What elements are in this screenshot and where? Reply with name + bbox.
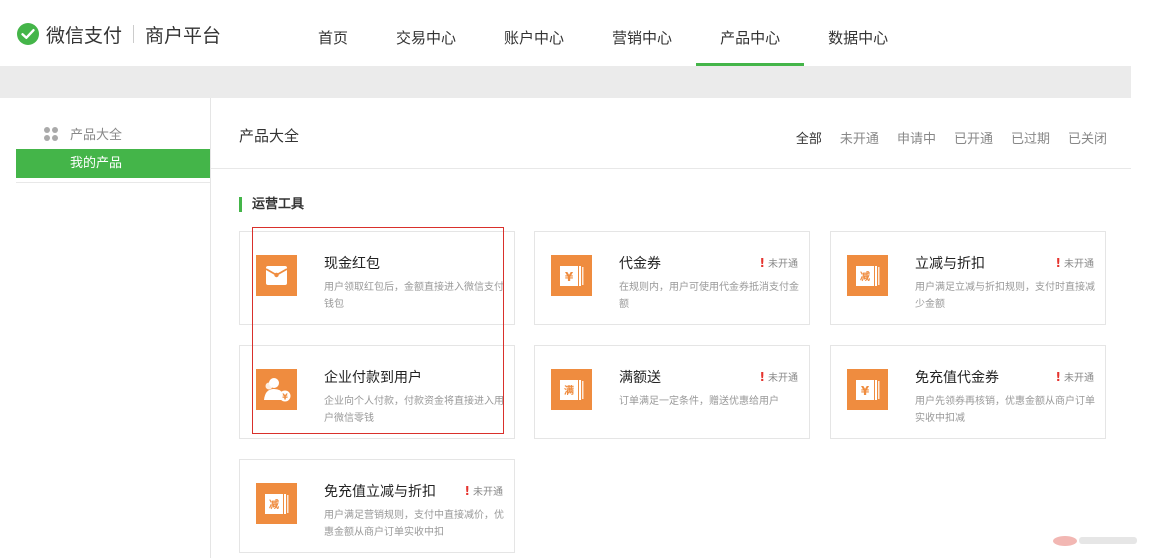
status-badge: ! 未开通: [760, 255, 798, 270]
discount-voucher-icon: 减: [256, 483, 297, 524]
enterprise-pay-icon: ¥: [256, 369, 297, 410]
svg-text:减: 减: [860, 270, 870, 283]
section-title: 运营工具: [239, 197, 304, 212]
nav-home[interactable]: 首页: [294, 0, 372, 66]
status-text: 未开通: [768, 373, 798, 384]
page-title: 产品大全: [239, 127, 300, 145]
sidebar: 产品大全 我的产品: [16, 98, 211, 558]
product-name: 满额送: [619, 370, 661, 386]
svg-text:¥: ¥: [282, 393, 288, 402]
product-name: 免充值代金券: [915, 370, 999, 386]
product-card-enterprise-payment[interactable]: ¥ 企业付款到用户 企业向个人付款，付款资金将直接进入用户微信零钱: [239, 345, 515, 439]
alert-mark: !: [759, 256, 765, 270]
alert-mark: !: [1055, 256, 1061, 270]
top-bar: 微信支付 商户平台 首页 交易中心 账户中心 营销中心 产品中心 数据中心: [0, 0, 1167, 66]
grid-dots-icon: [44, 126, 60, 141]
alert-mark: !: [1055, 370, 1061, 384]
status-text: 未开通: [768, 259, 798, 270]
discount-voucher-icon: 减: [847, 255, 888, 296]
yen-voucher-icon: ¥: [847, 369, 888, 410]
filter-opened[interactable]: 已开通: [954, 128, 993, 147]
product-desc: 企业向个人付款，付款资金将直接进入用户微信零钱: [324, 396, 504, 424]
app-subtitle: 商户平台: [145, 24, 222, 47]
filter-expired[interactable]: 已过期: [1011, 128, 1050, 147]
product-name: 免充值立减与折扣: [324, 484, 436, 500]
sidebar-divider: [16, 182, 210, 183]
header-gray-strip: [0, 66, 1131, 98]
filter-closed[interactable]: 已关闭: [1068, 128, 1107, 147]
full-gift-icon: 满: [551, 369, 592, 410]
product-name: 代金券: [619, 256, 661, 272]
sidebar-header-label: 产品大全: [70, 128, 123, 143]
status-text: 未开通: [473, 487, 503, 498]
product-desc: 订单满足一定条件，赠送优惠给用户: [619, 396, 779, 407]
status-badge: ! 未开通: [760, 369, 798, 384]
status-text: 未开通: [1064, 259, 1094, 270]
nav-marketing[interactable]: 营销中心: [588, 0, 696, 66]
product-desc: 用户先领券再核销，优惠金额从商户订单实收中扣减: [915, 396, 1095, 424]
watermark-icon: [1053, 536, 1137, 546]
product-card-instant-discount[interactable]: 减 立减与折扣 ! 未开通 用户满足立减与折扣规则，支付时直接减少金额: [830, 231, 1106, 325]
product-desc: 在规则内，用户可使用代金券抵消支付金额: [619, 282, 799, 310]
nav-product[interactable]: 产品中心: [696, 0, 805, 66]
svg-text:¥: ¥: [565, 270, 574, 284]
product-name: 立减与折扣: [915, 256, 985, 272]
alert-mark: !: [464, 484, 470, 498]
status-badge: ! 未开通: [465, 483, 503, 498]
product-name: 现金红包: [324, 256, 380, 272]
red-envelope-icon: [256, 255, 297, 296]
logo[interactable]: 微信支付 商户平台: [16, 22, 222, 47]
status-filters: 全部 未开通 申请中 已开通 已过期 已关闭: [778, 128, 1107, 147]
app-name: 微信支付: [46, 24, 123, 47]
svg-text:¥: ¥: [861, 384, 870, 398]
product-card-no-recharge-voucher[interactable]: ¥ 免充值代金券 ! 未开通 用户先领券再核销，优惠金额从商户订单实收中扣减: [830, 345, 1106, 439]
product-card-cash-red-packet[interactable]: 现金红包 用户领取红包后，金额直接进入微信支付钱包: [239, 231, 515, 325]
status-text: 未开通: [1064, 373, 1094, 384]
product-card-full-amount-gift[interactable]: 满 满额送 ! 未开通 订单满足一定条件，赠送优惠给用户: [534, 345, 810, 439]
main-divider: [211, 168, 1131, 169]
main-nav: 首页 交易中心 账户中心 营销中心 产品中心 数据中心: [294, 0, 912, 66]
product-name: 企业付款到用户: [324, 370, 422, 386]
alert-mark: !: [759, 370, 765, 384]
filter-applying[interactable]: 申请中: [897, 128, 936, 147]
wechat-pay-logo-icon: [17, 23, 39, 45]
sidebar-header: 产品大全: [44, 124, 122, 143]
nav-account[interactable]: 账户中心: [480, 0, 588, 66]
nav-data[interactable]: 数据中心: [804, 0, 912, 66]
product-card-no-recharge-discount[interactable]: 减 免充值立减与折扣 ! 未开通 用户满足营销规则，支付中直接减价，优惠金额从商户…: [239, 459, 515, 553]
product-desc: 用户领取红包后，金额直接进入微信支付钱包: [324, 282, 504, 310]
status-badge: ! 未开通: [1056, 255, 1094, 270]
filter-not-opened[interactable]: 未开通: [840, 128, 879, 147]
nav-trade[interactable]: 交易中心: [372, 0, 480, 66]
logo-divider: [133, 25, 135, 43]
status-badge: ! 未开通: [1056, 369, 1094, 384]
yen-voucher-icon: ¥: [551, 255, 592, 296]
svg-text:满: 满: [564, 384, 574, 397]
product-desc: 用户满足立减与折扣规则，支付时直接减少金额: [915, 282, 1095, 310]
product-desc: 用户满足营销规则，支付中直接减价，优惠金额从商户订单实收中扣: [324, 510, 504, 538]
svg-text:减: 减: [269, 498, 279, 511]
product-card-voucher[interactable]: ¥ 代金券 ! 未开通 在规则内，用户可使用代金券抵消支付金额: [534, 231, 810, 325]
filter-all[interactable]: 全部: [796, 128, 822, 147]
sidebar-item-my-products[interactable]: 我的产品: [16, 149, 210, 178]
